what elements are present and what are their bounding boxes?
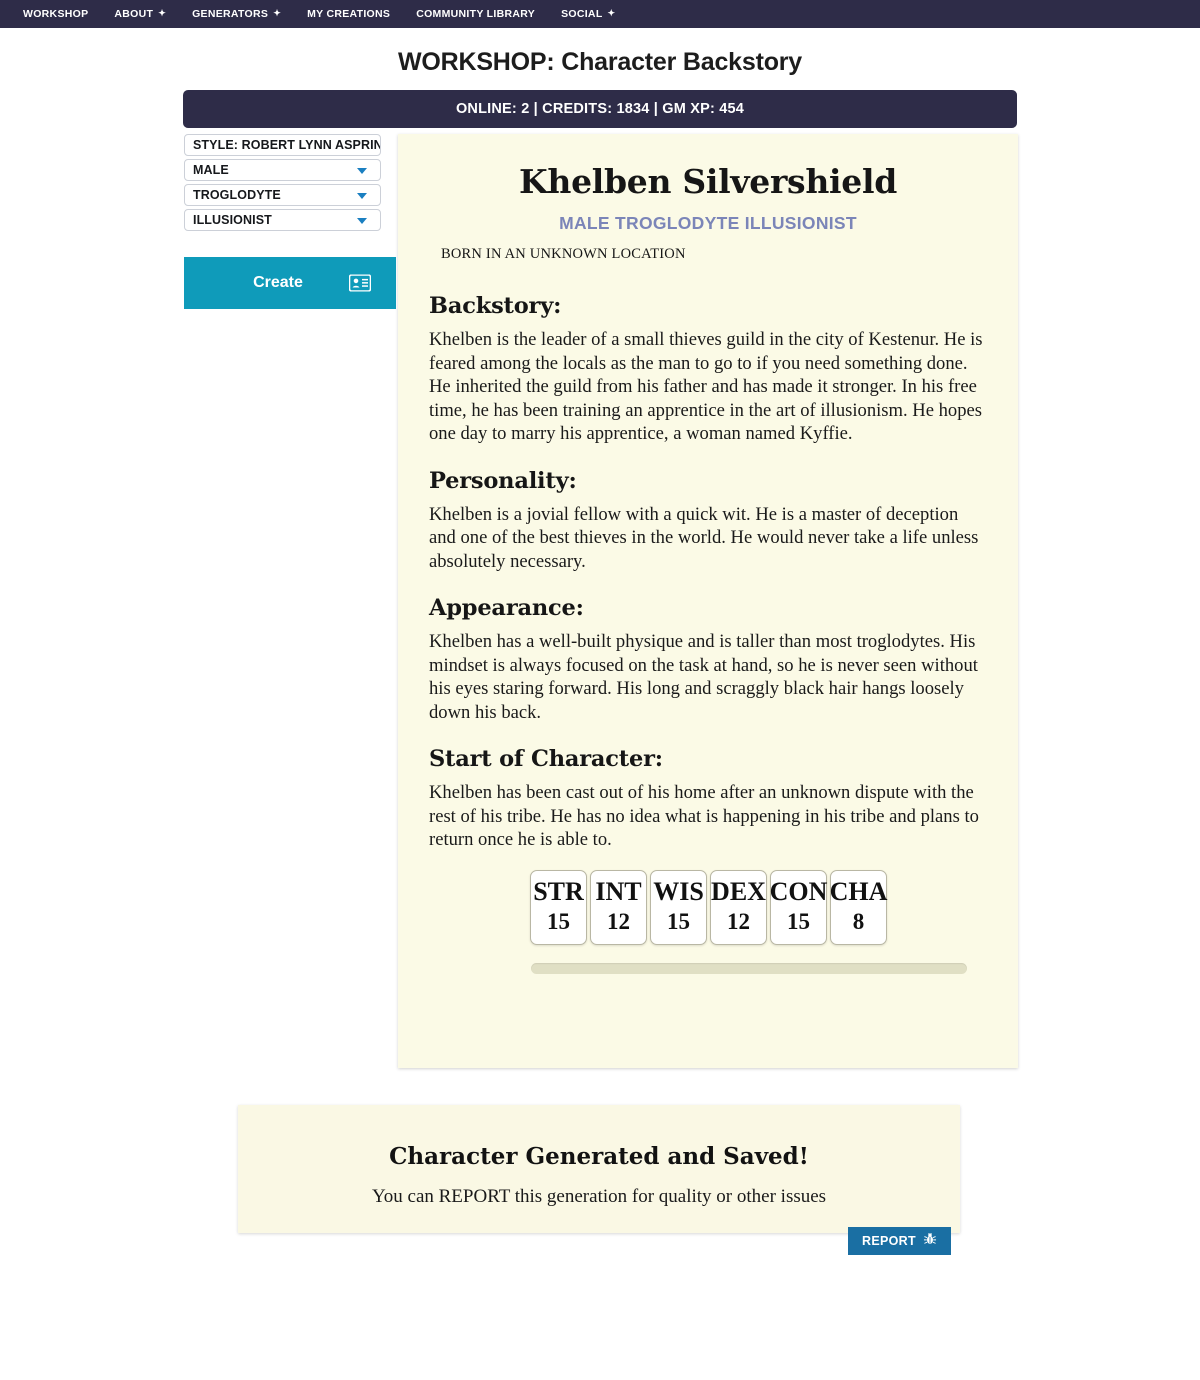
nav-label: COMMUNITY LIBRARY bbox=[416, 8, 536, 20]
style-input-value: STYLE: ROBERT LYNN ASPRIN bbox=[193, 138, 381, 152]
stat-box-str: STR 15 bbox=[530, 869, 587, 945]
gender-select[interactable]: MALE bbox=[184, 159, 381, 181]
stat-value: 8 bbox=[852, 909, 865, 934]
character-subtitle: MALE TROGLODYTE ILLUSIONIST bbox=[559, 213, 857, 233]
stat-label: CON bbox=[769, 877, 828, 906]
status-bar-text: ONLINE: 2 | CREDITS: 1834 | GM XP: 454 bbox=[455, 101, 745, 117]
section-text-personality: Khelben is a jovial fellow with a quick … bbox=[429, 503, 979, 572]
stat-box-wis: WIS 15 bbox=[650, 869, 707, 945]
horizontal-scrollbar[interactable] bbox=[530, 962, 967, 974]
character-name: Khelben Silvershield bbox=[519, 162, 897, 201]
section-text-backstory: Khelben is the leader of a small thieves… bbox=[429, 329, 983, 444]
style-input[interactable]: STYLE: ROBERT LYNN ASPRIN bbox=[184, 134, 381, 156]
character-sections: Backstory: Khelben is the leader of a sm… bbox=[398, 293, 1018, 974]
nav-item-social[interactable]: SOCIAL ✦ bbox=[548, 8, 628, 20]
stat-value: 15 bbox=[787, 909, 810, 934]
nav-item-about[interactable]: ABOUT ✦ bbox=[101, 8, 179, 20]
stat-value: 15 bbox=[547, 909, 570, 934]
class-select[interactable]: ILLUSIONIST bbox=[184, 209, 381, 231]
class-select-value: ILLUSIONIST bbox=[193, 213, 272, 227]
chevron-down-icon: ✦ bbox=[607, 7, 616, 18]
chevron-down-icon: ✦ bbox=[273, 7, 282, 18]
report-button[interactable]: REPORT bbox=[848, 1227, 951, 1255]
character-birthplace: BORN IN AN UNKNOWN LOCATION bbox=[441, 246, 686, 262]
report-button-label: REPORT bbox=[862, 1234, 916, 1248]
stat-box-con: CON 15 bbox=[769, 869, 828, 945]
nav-label: SOCIAL bbox=[561, 8, 603, 20]
race-select[interactable]: TROGLODYTE bbox=[184, 184, 381, 206]
nav-label: GENERATORS bbox=[192, 8, 269, 20]
section-text-start-of-character: Khelben has been cast out of his home af… bbox=[429, 782, 979, 850]
stat-box-cha: CHA 8 bbox=[829, 869, 888, 945]
chevron-down-icon bbox=[357, 168, 367, 174]
id-card-icon bbox=[348, 274, 372, 292]
generator-controls-panel: STYLE: ROBERT LYNN ASPRIN MALE TROGLODYT… bbox=[184, 134, 396, 309]
section-heading-backstory: Backstory: bbox=[429, 293, 562, 319]
section-heading-personality: Personality: bbox=[429, 467, 577, 494]
stats-row: STR 15 INT 12 WIS 15 DEX 12 CON 15 CHA 8 bbox=[429, 869, 988, 945]
section-heading-appearance: Appearance: bbox=[429, 595, 584, 621]
race-select-value: TROGLODYTE bbox=[193, 188, 281, 202]
stat-label: DEX bbox=[711, 877, 766, 906]
stat-label: STR bbox=[533, 877, 584, 906]
stat-label: CHA bbox=[829, 877, 888, 906]
stat-box-int: INT 12 bbox=[590, 869, 647, 945]
top-navbar: WORKSHOP ABOUT ✦ GENERATORS ✦ MY CREATIO… bbox=[0, 0, 1200, 28]
stat-value: 12 bbox=[727, 909, 750, 934]
bug-icon bbox=[923, 1232, 937, 1251]
nav-item-community-library[interactable]: COMMUNITY LIBRARY bbox=[403, 8, 548, 20]
nav-item-workshop[interactable]: WORKSHOP bbox=[10, 8, 101, 20]
create-button[interactable]: Create bbox=[184, 257, 396, 309]
nav-item-my-creations[interactable]: MY CREATIONS bbox=[294, 8, 403, 20]
notice-subtitle: You can REPORT this generation for quali… bbox=[371, 1186, 827, 1207]
generation-notice: Character Generated and Saved! You can R… bbox=[238, 1105, 960, 1233]
notice-title: Character Generated and Saved! bbox=[389, 1143, 809, 1170]
nav-label: WORKSHOP bbox=[23, 8, 89, 20]
status-bar: ONLINE: 2 | CREDITS: 1834 | GM XP: 454 bbox=[183, 90, 1017, 128]
nav-label: ABOUT bbox=[114, 8, 154, 20]
create-button-label: Create bbox=[253, 274, 303, 291]
stat-value: 15 bbox=[667, 909, 690, 934]
nav-label: MY CREATIONS bbox=[307, 8, 391, 20]
chevron-down-icon: ✦ bbox=[158, 7, 167, 18]
page-title: WORKSHOP: Character Backstory bbox=[397, 48, 803, 76]
chevron-down-icon bbox=[357, 193, 367, 199]
chevron-down-icon bbox=[357, 218, 367, 224]
section-heading-start-of-character: Start of Character: bbox=[429, 746, 663, 772]
nav-item-generators[interactable]: GENERATORS ✦ bbox=[179, 8, 294, 20]
stat-box-dex: DEX 12 bbox=[710, 869, 767, 945]
character-card: Khelben Silvershield MALE TROGLODYTE ILL… bbox=[398, 134, 1018, 1068]
stat-label: WIS bbox=[653, 877, 704, 906]
section-text-appearance: Khelben has a well-built physique and is… bbox=[429, 631, 978, 723]
gender-select-value: MALE bbox=[193, 163, 229, 177]
stat-label: INT bbox=[595, 877, 642, 906]
stat-value: 12 bbox=[607, 909, 630, 934]
